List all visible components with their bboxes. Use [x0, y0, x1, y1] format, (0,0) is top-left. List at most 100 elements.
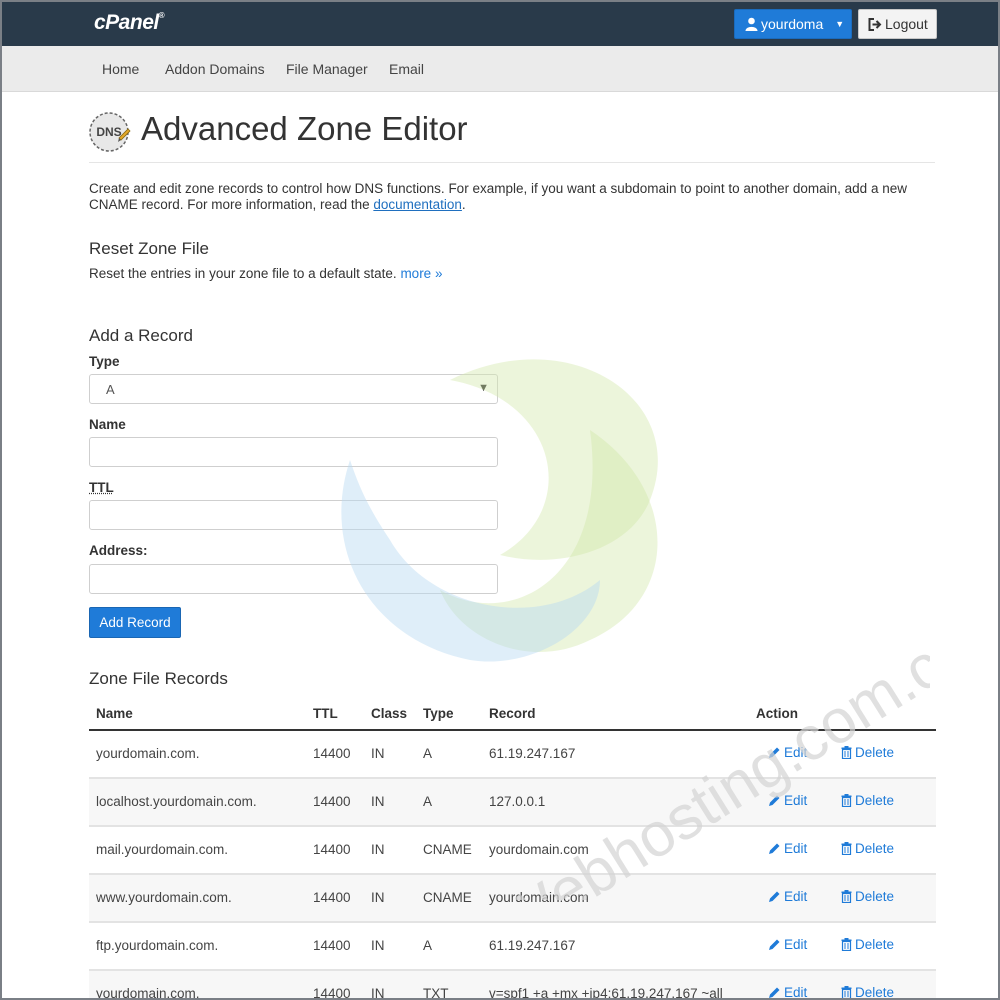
delete-record-button[interactable]: Delete	[841, 745, 894, 760]
edit-record-button[interactable]: Edit	[768, 745, 807, 760]
delete-record-button[interactable]: Delete	[841, 937, 894, 952]
delete-record-button[interactable]: Delete	[841, 889, 894, 904]
delete-label: Delete	[855, 889, 895, 904]
reset-zone-text: Reset the entries in your zone file to a…	[89, 266, 442, 281]
title-divider	[89, 162, 935, 163]
cell-type: CNAME	[423, 890, 472, 905]
delete-label: Delete	[855, 745, 895, 760]
column-header-ttl[interactable]: TTL	[313, 706, 338, 721]
dns-icon-text: DNS	[96, 125, 121, 139]
ttl-input[interactable]	[89, 500, 498, 530]
delete-record-button[interactable]: Delete	[841, 841, 894, 856]
type-select[interactable]: A ▼	[89, 374, 498, 404]
intro-text: Create and edit zone records to control …	[89, 181, 935, 213]
reset-zone-body: Reset the entries in your zone file to a…	[89, 266, 401, 281]
logo-registered-mark: ®	[158, 11, 165, 20]
cell-class: IN	[371, 746, 385, 761]
cell-class: IN	[371, 794, 385, 809]
edit-record-button[interactable]: Edit	[768, 937, 807, 952]
edit-record-button[interactable]: Edit	[768, 985, 807, 1000]
column-header-record[interactable]: Record	[489, 706, 536, 721]
cpanel-logo[interactable]: cPanel®	[94, 11, 165, 35]
edit-label: Edit	[784, 889, 808, 904]
cell-name: yourdomain.com.	[96, 986, 200, 1000]
column-header-class[interactable]: Class	[371, 706, 407, 721]
type-label: Type	[89, 354, 120, 369]
cell-record: v=spf1 +a +mx +ip4:61.19.247.167 ~all	[489, 986, 723, 1000]
edit-label: Edit	[784, 937, 808, 952]
edit-label: Edit	[784, 745, 808, 760]
dns-icon: DNS	[89, 110, 131, 154]
cell-name: ftp.yourdomain.com.	[96, 938, 219, 953]
cell-class: IN	[371, 986, 385, 1000]
sub-navbar: Home Addon Domains File Manager Email	[2, 46, 998, 92]
name-input[interactable]	[89, 437, 498, 467]
nav-home[interactable]: Home	[102, 61, 139, 77]
edit-label: Edit	[784, 841, 808, 856]
cell-ttl: 14400	[313, 938, 351, 953]
column-header-name[interactable]: Name	[96, 706, 133, 721]
logout-icon	[868, 17, 882, 31]
table-body: yourdomain.com. 14400 IN A 61.19.247.167 Edit…	[89, 731, 936, 1000]
intro-body: Create and edit zone records to control …	[89, 181, 907, 212]
cell-ttl: 14400	[313, 746, 351, 761]
logout-button[interactable]: Logout	[858, 9, 937, 39]
zone-records-heading: Zone File Records	[89, 669, 228, 688]
cell-name: localhost.yourdomain.com.	[96, 794, 257, 809]
cell-class: IN	[371, 890, 385, 905]
name-label: Name	[89, 417, 126, 432]
pencil-icon	[769, 795, 780, 806]
edit-record-button[interactable]: Edit	[768, 841, 807, 856]
delete-record-button[interactable]: Delete	[841, 985, 894, 1000]
nav-addon-domains[interactable]: Addon Domains	[165, 61, 265, 77]
add-record-heading: Add a Record	[89, 326, 193, 345]
trash-icon	[841, 746, 852, 759]
user-menu-button[interactable]: yourdoma ▼	[734, 9, 852, 39]
delete-label: Delete	[855, 841, 895, 856]
reset-more-link[interactable]: more »	[400, 266, 442, 281]
cell-record: yourdomain.com	[489, 842, 589, 857]
cell-type: TXT	[423, 986, 449, 1000]
cell-type: A	[423, 938, 433, 953]
chevron-down-icon: ▼	[835, 19, 845, 29]
cell-ttl: 14400	[313, 842, 351, 857]
trash-icon	[841, 794, 852, 807]
cell-record: yourdomain.com	[489, 890, 589, 905]
intro-period: .	[461, 197, 466, 212]
cell-name: mail.yourdomain.com.	[96, 842, 229, 857]
edit-record-button[interactable]: Edit	[768, 793, 807, 808]
logo-text: cPanel	[94, 11, 159, 34]
pencil-icon	[769, 747, 780, 758]
column-header-type[interactable]: Type	[423, 706, 454, 721]
cell-type: CNAME	[423, 842, 472, 857]
add-record-button[interactable]: Add Record	[89, 607, 181, 638]
cell-class: IN	[371, 842, 385, 857]
table-row: ftp.yourdomain.com. 14400 IN A 61.19.247.167…	[89, 923, 936, 971]
cell-type: A	[423, 746, 433, 761]
delete-record-button[interactable]: Delete	[841, 793, 894, 808]
edit-label: Edit	[784, 793, 808, 808]
ttl-label: TTL	[89, 480, 114, 495]
user-menu-label: yourdoma	[761, 16, 824, 32]
table-row: www.yourdomain.com. 14400 IN CNAME yourdomai…	[89, 875, 936, 923]
edit-label: Edit	[784, 985, 808, 1000]
pencil-icon	[769, 987, 780, 998]
address-label: Address:	[89, 543, 148, 558]
table-header: Name TTL Class Type Record Action	[89, 696, 936, 731]
cell-ttl: 14400	[313, 986, 351, 1000]
dropdown-arrow-icon: ▼	[478, 382, 489, 394]
nav-file-manager[interactable]: File Manager	[286, 61, 368, 77]
nav-email[interactable]: Email	[389, 61, 424, 77]
pencil-icon	[769, 939, 780, 950]
cell-class: IN	[371, 938, 385, 953]
column-header-action: Action	[756, 706, 798, 721]
page-title: Advanced Zone Editor	[141, 110, 468, 147]
address-input[interactable]	[89, 564, 498, 594]
trash-icon	[841, 842, 852, 855]
top-navbar: cPanel® yourdoma ▼ Logout	[2, 2, 998, 46]
edit-record-button[interactable]: Edit	[768, 889, 807, 904]
documentation-link[interactable]: documentation	[373, 197, 462, 212]
type-select-value: A	[106, 381, 115, 397]
delete-label: Delete	[855, 937, 895, 952]
cell-name: www.yourdomain.com.	[96, 890, 232, 905]
